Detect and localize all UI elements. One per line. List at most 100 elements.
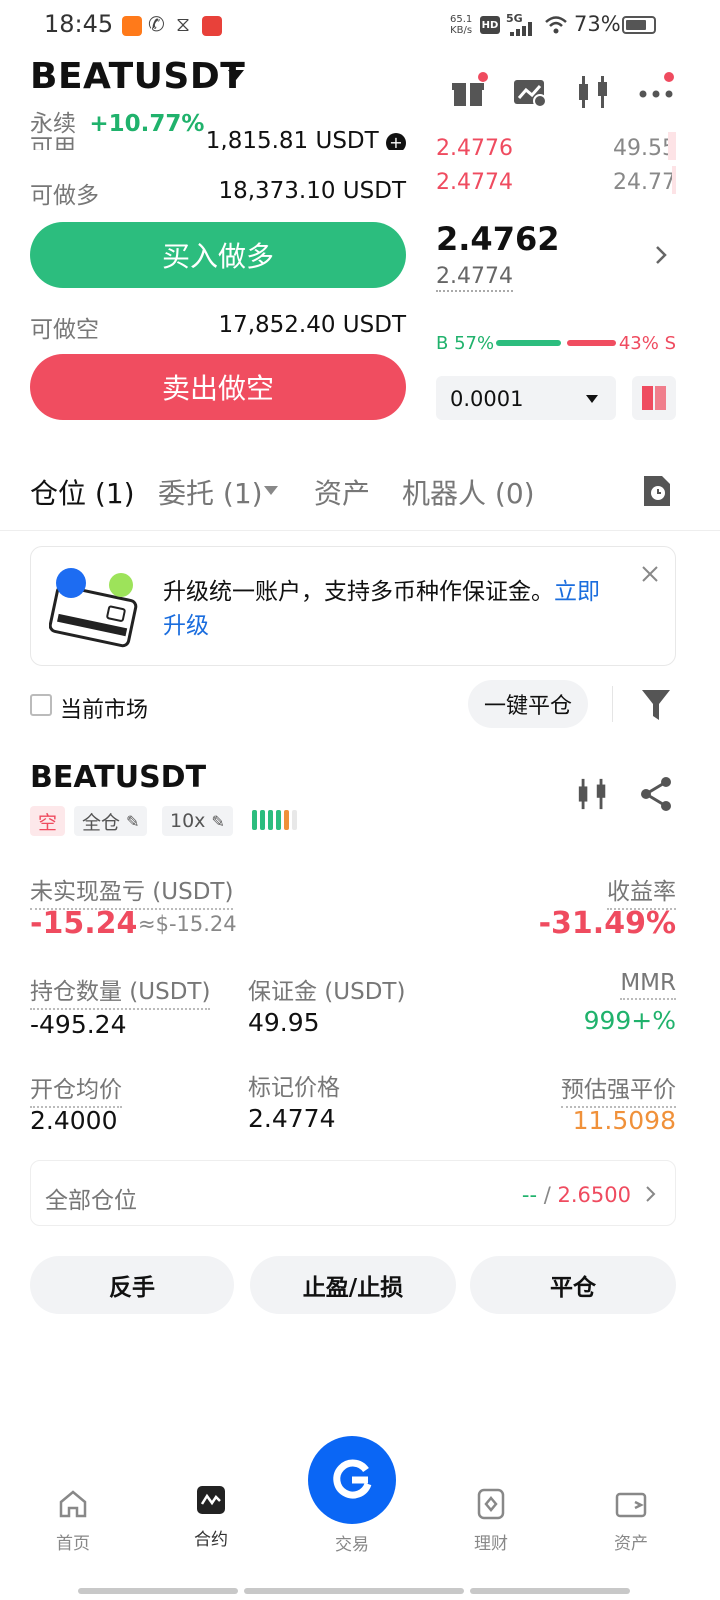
leverage-label: 10x xyxy=(170,810,206,832)
mmr-label[interactable]: MMR xyxy=(620,970,676,1000)
sell-ratio-bar xyxy=(567,340,616,346)
all-positions-tpsl-row[interactable]: 全部仓位 -- / 2.6500 xyxy=(30,1160,676,1226)
precision-caret-icon xyxy=(586,395,598,403)
short-available-label: 可做空 xyxy=(30,317,99,343)
tab-bots[interactable]: 机器人 (0) xyxy=(402,472,535,512)
gesture-bar xyxy=(244,1588,464,1594)
entry-price-label[interactable]: 开仓均价 xyxy=(30,1070,122,1108)
available-amount: 1,815.81 USDT xyxy=(205,128,379,150)
more-notification-dot xyxy=(664,72,674,82)
net-speed-unit: KB/s xyxy=(450,25,473,36)
upgrade-link-continued[interactable]: 升级 xyxy=(163,613,209,639)
price-change: +10.77% xyxy=(89,111,205,137)
tab-assets[interactable]: 资产 xyxy=(314,472,370,512)
share-icon[interactable] xyxy=(638,776,674,812)
tpsl-button[interactable]: 止盈/止损 xyxy=(250,1256,456,1314)
sell-short-button[interactable]: 卖出做空 xyxy=(30,354,406,420)
ask-depth-bar xyxy=(672,166,676,194)
reverse-button[interactable]: 反手 xyxy=(30,1256,234,1314)
precision-value: 0.0001 xyxy=(450,387,524,411)
nav-earn-label: 理财 xyxy=(474,1534,508,1554)
ask-price[interactable]: 2.4776 xyxy=(436,136,513,161)
nav-futures[interactable]: 合约 xyxy=(166,1484,256,1550)
home-icon xyxy=(59,1490,87,1518)
network-speed: 65.1 KB/s xyxy=(450,14,472,36)
tab-positions[interactable]: 仓位 (1) xyxy=(30,472,135,512)
nav-assets[interactable]: 资产 xyxy=(586,1488,676,1554)
battery-icon xyxy=(622,16,656,34)
risk-level-indicator-icon xyxy=(252,810,297,830)
position-chart-icon[interactable] xyxy=(576,776,610,812)
ask-depth-bar xyxy=(668,132,676,160)
size-label[interactable]: 持仓数量 (USDT) xyxy=(30,972,211,1010)
leverage-tag[interactable]: 10x ✎ xyxy=(162,806,233,836)
liq-price-value: 11.5098 xyxy=(572,1106,676,1135)
filter-funnel-icon[interactable] xyxy=(640,688,672,722)
nav-earn[interactable]: 理财 xyxy=(446,1488,536,1554)
nav-trade-label[interactable]: 交易 xyxy=(307,1530,397,1555)
sell-ratio-label: 43% S xyxy=(618,333,676,354)
signal-bars-icon xyxy=(510,22,532,36)
position-symbol[interactable]: BEATUSDT xyxy=(30,760,206,795)
trade-center-button[interactable] xyxy=(308,1436,396,1524)
futures-icon xyxy=(197,1486,225,1514)
candlestick-icon[interactable] xyxy=(576,74,612,110)
symbol-title[interactable]: BEATUSDT xyxy=(30,56,245,97)
hourglass-icon: ⧖ xyxy=(176,12,191,36)
long-available-label: 可做多 xyxy=(30,183,99,209)
trade-logo-icon xyxy=(333,1459,372,1499)
tpsl-summary: -- / 2.6500 xyxy=(522,1183,631,1207)
tab-orders[interactable]: 委托 (1) xyxy=(158,472,263,512)
chevron-right-icon xyxy=(646,1186,656,1202)
wallet-illustration-icon xyxy=(49,568,138,648)
transfer-plus-icon[interactable]: + xyxy=(386,133,406,150)
status-bar: 18:45 ✆ ⧖ 65.1 KB/s HD 5G 73% xyxy=(0,0,720,52)
ask-price[interactable]: 2.4774 xyxy=(436,170,513,195)
battery-percent: 73% xyxy=(574,12,621,36)
long-available-value: 18,373.10 USDT xyxy=(218,178,406,204)
symbol-dropdown-caret-icon[interactable] xyxy=(228,70,244,80)
upgrade-link[interactable]: 立即 xyxy=(554,579,600,605)
available-value: 1,815.81 USDT + xyxy=(200,128,406,150)
side-tag: 空 xyxy=(30,806,66,836)
book-layout-toggle[interactable] xyxy=(632,376,676,420)
chevron-right-icon[interactable] xyxy=(654,244,668,266)
upnl-label[interactable]: 未实现盈亏 (USDT) xyxy=(30,872,234,910)
roe-value: -31.49% xyxy=(538,906,676,941)
current-market-label[interactable]: 当前市场 xyxy=(60,692,148,724)
margin-mode-tag[interactable]: 全仓 ✎ xyxy=(74,806,148,836)
tpsl-separator: / xyxy=(537,1183,558,1207)
liq-price-label[interactable]: 预估强平价 xyxy=(561,1070,676,1108)
mark-price[interactable]: 2.4774 xyxy=(436,264,513,292)
banner-text-block: 升级统一账户，支持多币种作保证金。立即 升级 xyxy=(163,575,643,643)
mmr-value: 999+% xyxy=(583,1006,676,1035)
orders-caret-icon[interactable] xyxy=(264,486,278,495)
size-value: -495.24 xyxy=(30,1010,127,1039)
taobao-notification-icon xyxy=(122,16,142,36)
current-market-checkbox[interactable] xyxy=(30,694,52,716)
order-history-icon[interactable] xyxy=(640,474,672,508)
earn-icon xyxy=(477,1488,505,1520)
margin-label: 保证金 (USDT) xyxy=(248,979,406,1005)
close-icon[interactable] xyxy=(641,565,659,583)
mark-price-value: 2.4774 xyxy=(248,1104,336,1133)
edit-pencil-icon: ✎ xyxy=(126,811,140,831)
ask-qty: 24.77 xyxy=(613,170,676,195)
available-label: 可用 xyxy=(30,135,76,150)
close-all-button[interactable]: 一键平仓 xyxy=(468,680,588,728)
wifi-icon xyxy=(545,16,567,34)
buy-ratio-label: B 57% xyxy=(436,333,495,354)
tp-value: -- xyxy=(521,1183,538,1207)
chart-trend-icon[interactable] xyxy=(512,74,548,110)
status-time: 18:45 xyxy=(44,10,114,38)
entry-price-value: 2.4000 xyxy=(30,1106,118,1135)
close-position-button[interactable]: 平仓 xyxy=(470,1256,676,1314)
roe-label[interactable]: 收益率 xyxy=(607,872,676,910)
nav-home[interactable]: 首页 xyxy=(28,1488,118,1554)
ask-qty: 49.55 xyxy=(613,136,676,161)
buy-long-button[interactable]: 买入做多 xyxy=(30,222,406,288)
precision-select[interactable]: 0.0001 xyxy=(436,376,616,420)
edit-pencil-icon: ✎ xyxy=(211,811,225,831)
short-available-value: 17,852.40 USDT xyxy=(218,312,406,338)
gesture-bar xyxy=(78,1588,238,1594)
